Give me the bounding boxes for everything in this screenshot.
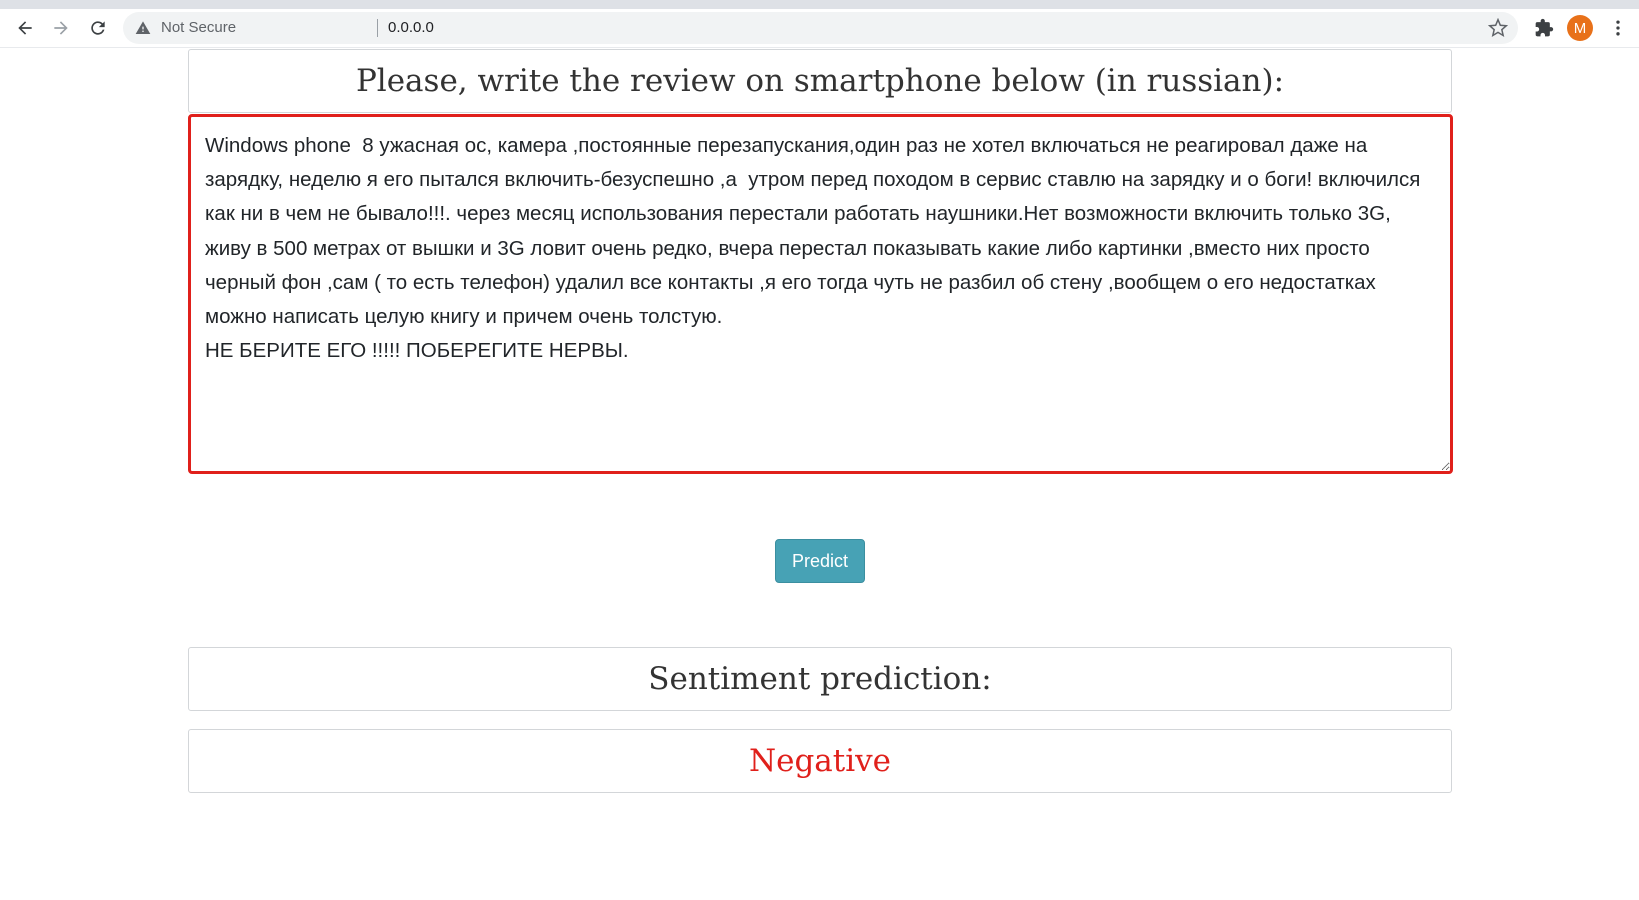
extensions-button[interactable] bbox=[1532, 16, 1556, 40]
reload-icon bbox=[91, 21, 105, 35]
forward-button[interactable] bbox=[45, 12, 77, 44]
review-textarea[interactable]: Windows phone 8 ужасная ос, камера ,пост… bbox=[188, 114, 1453, 474]
back-arrow-icon bbox=[18, 21, 32, 35]
url-text[interactable]: 0.0.0.0 bbox=[388, 19, 434, 36]
profile-avatar[interactable]: M bbox=[1567, 15, 1593, 41]
browser-toolbar: Not Secure 0.0.0.0 M bbox=[0, 9, 1639, 48]
prompt-heading: Please, write the review on smartphone b… bbox=[355, 63, 1285, 99]
sentiment-heading-card: Sentiment prediction: bbox=[188, 647, 1452, 711]
browser-menu-button[interactable] bbox=[1606, 16, 1630, 40]
prompt-heading-card: Please, write the review on smartphone b… bbox=[188, 49, 1452, 113]
more-vert-icon bbox=[1616, 20, 1620, 36]
sentiment-result-card: Negative bbox=[188, 729, 1452, 793]
reload-button[interactable] bbox=[82, 12, 114, 44]
star-icon[interactable] bbox=[1488, 18, 1508, 38]
forward-arrow-icon bbox=[54, 21, 68, 35]
predict-button[interactable]: Predict bbox=[775, 539, 865, 583]
tab-strip bbox=[0, 0, 1639, 9]
address-bar[interactable]: Not Secure 0.0.0.0 bbox=[123, 12, 1518, 44]
security-label[interactable]: Not Secure bbox=[161, 19, 236, 36]
warning-icon bbox=[135, 21, 151, 34]
back-button[interactable] bbox=[9, 12, 41, 44]
puzzle-icon bbox=[1535, 18, 1554, 37]
address-divider bbox=[377, 19, 378, 37]
sentiment-heading: Sentiment prediction: bbox=[648, 661, 992, 697]
sentiment-result: Negative bbox=[748, 743, 892, 779]
